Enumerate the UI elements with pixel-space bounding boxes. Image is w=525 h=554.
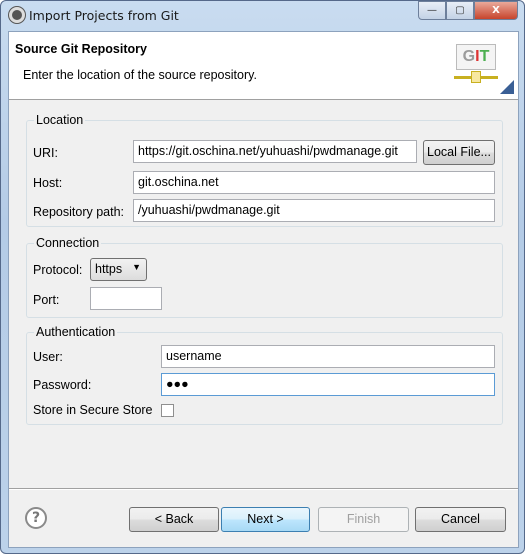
git-logo-knob — [471, 71, 481, 83]
eclipse-app-icon — [9, 7, 25, 23]
help-icon[interactable]: ? — [25, 507, 47, 529]
finish-button[interactable]: Finish — [318, 507, 409, 532]
connection-group-label: Connection — [34, 236, 102, 250]
secure-store-checkbox[interactable] — [161, 404, 174, 417]
protocol-value: https — [95, 262, 123, 276]
page-title: Source Git Repository — [15, 42, 147, 56]
next-button[interactable]: Next > — [221, 507, 310, 532]
protocol-select[interactable]: https ▼ — [90, 258, 147, 281]
dialog-window: Import Projects from Git — ▢ X Source Gi… — [0, 0, 525, 554]
port-label: Port: — [33, 293, 60, 307]
secure-store-label: Store in Secure Store — [33, 403, 153, 417]
button-bar-separator — [9, 488, 518, 490]
dialog-content: Source Git Repository Enter the location… — [8, 31, 519, 548]
location-group-label: Location — [34, 113, 86, 127]
page-description: Enter the location of the source reposit… — [23, 68, 257, 82]
chevron-down-icon: ▼ — [132, 262, 141, 272]
local-file-button[interactable]: Local File... — [423, 140, 495, 165]
banner-corner-decoration — [500, 80, 514, 94]
uri-input[interactable]: https://git.oschina.net/yuhuashi/pwdmana… — [133, 140, 417, 163]
uri-label: URI: — [33, 146, 58, 160]
user-input[interactable]: username — [161, 345, 495, 368]
host-label: Host: — [33, 176, 63, 190]
password-label: Password: — [33, 378, 92, 392]
repository-path-input[interactable]: /yuhuashi/pwdmanage.git — [133, 199, 495, 222]
password-input[interactable]: ●●● — [161, 373, 495, 396]
port-input[interactable] — [90, 287, 162, 310]
wizard-header: Source Git Repository Enter the location… — [9, 32, 518, 100]
back-button[interactable]: < Back — [129, 507, 219, 532]
cancel-button[interactable]: Cancel — [415, 507, 506, 532]
authentication-group-label: Authentication — [34, 325, 118, 339]
protocol-label: Protocol: — [33, 263, 83, 277]
git-logo-icon: GIT — [456, 44, 496, 70]
window-title: Import Projects from Git — [29, 8, 179, 23]
close-button[interactable]: X — [474, 1, 518, 20]
minimize-button[interactable]: — — [418, 1, 446, 20]
repository-path-label: Repository path: — [33, 205, 125, 219]
user-label: User: — [33, 350, 63, 364]
host-input[interactable]: git.oschina.net — [133, 171, 495, 194]
maximize-button[interactable]: ▢ — [446, 1, 474, 20]
